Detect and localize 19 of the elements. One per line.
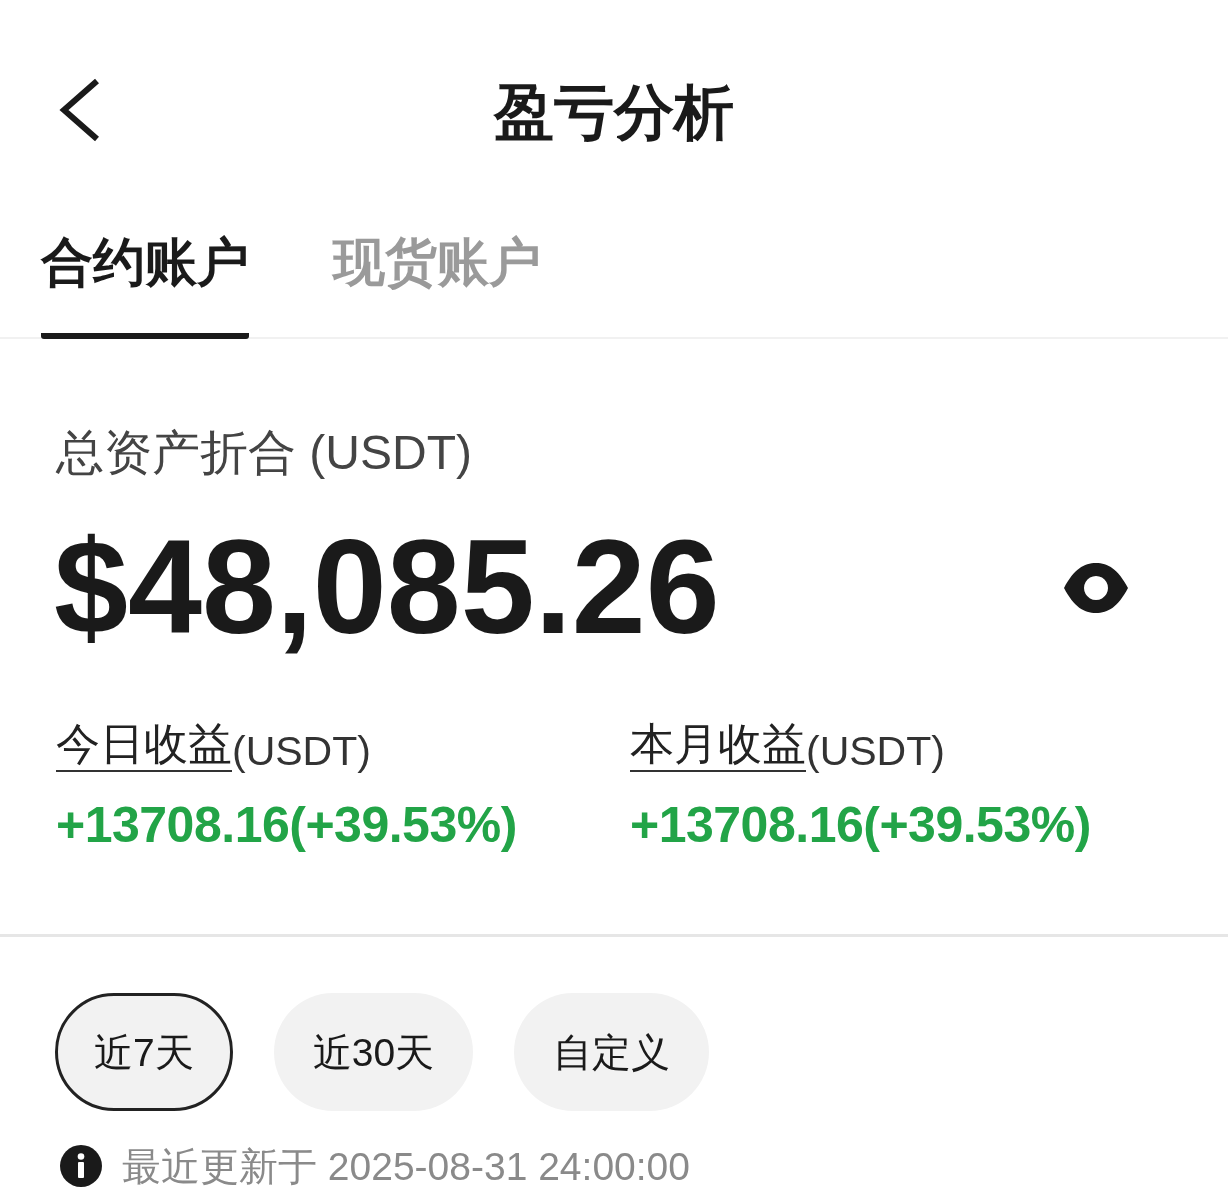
stat-value: +13708.16(+39.53%) — [630, 800, 1091, 850]
back-button[interactable] — [58, 78, 100, 142]
stat-label[interactable]: 本月收益 — [630, 722, 806, 772]
chevron-left-icon — [58, 78, 100, 142]
eye-icon — [1064, 562, 1128, 613]
info-icon — [60, 1145, 102, 1187]
stat-value: +13708.16(+39.53%) — [56, 800, 517, 850]
stat-unit: (USDT) — [232, 731, 371, 772]
total-assets-amount: $48,085.26 — [54, 521, 720, 654]
account-tab[interactable]: 合约账户 — [41, 236, 249, 339]
period-chip[interactable]: 近7天 — [55, 993, 233, 1111]
stat-unit: (USDT) — [806, 731, 945, 772]
total-assets-label: 总资产折合 (USDT) — [56, 429, 472, 477]
last-updated-text: 最近更新于 2025-08-31 24:00:00 — [122, 1146, 690, 1186]
period-chip[interactable]: 近30天 — [273, 993, 474, 1111]
period-chip[interactable]: 自定义 — [514, 993, 710, 1111]
stat-label[interactable]: 今日收益 — [56, 722, 232, 772]
visibility-toggle[interactable] — [1064, 562, 1128, 613]
page-title: 盈亏分析 — [494, 83, 734, 143]
